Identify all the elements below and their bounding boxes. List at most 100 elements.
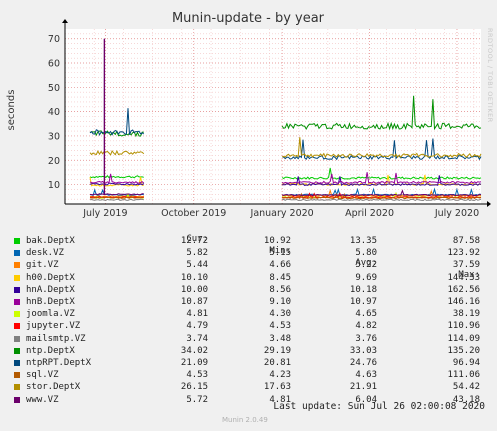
- legend-swatch: [14, 384, 20, 391]
- last-update-text: Last update: Sun Jul 26 02:00:08 2020: [273, 401, 485, 412]
- legend-avg: 10.97: [349, 297, 377, 307]
- legend-min: 4.53: [269, 321, 291, 332]
- legend-name: sql.VZ: [26, 370, 59, 381]
- legend-min: 10.92: [263, 236, 291, 246]
- y-tick-label: 40: [48, 107, 60, 118]
- legend-row: h00.DeptX 10.10 8.45 9.69 144.33: [12, 272, 492, 284]
- legend-min: 17.63: [263, 382, 291, 393]
- legend-name: bak.DeptX: [26, 236, 75, 246]
- legend-name: hnA.DeptX: [26, 284, 75, 295]
- legend-name: mailsmtp.VZ: [26, 333, 86, 344]
- legend-row: git.VZ 5.44 4.66 5.22 37.59: [12, 259, 492, 271]
- legend-max: 135.20: [447, 345, 480, 356]
- legend-min: 5.15: [269, 248, 291, 259]
- y-tick-label: 20: [48, 156, 60, 167]
- x-tick-label: July 2019: [82, 208, 127, 219]
- legend-cur: 4.53: [186, 370, 208, 381]
- y-tick-label: 60: [48, 59, 60, 70]
- legend-cur: 4.81: [186, 309, 208, 320]
- y-tick-label: 50: [48, 83, 60, 94]
- legend-max: 146.16: [447, 297, 480, 307]
- legend-cur: 10.87: [180, 297, 208, 307]
- legend-cur: 5.72: [186, 394, 208, 405]
- legend-swatch: [14, 311, 20, 318]
- x-tick-label: October 2019: [161, 208, 226, 219]
- legend-name: git.VZ: [26, 260, 59, 271]
- legend-cur: 26.15: [180, 382, 208, 393]
- legend-max: 162.56: [447, 284, 480, 295]
- y-axis-arrow-icon: [62, 19, 68, 23]
- legend-avg: 5.80: [355, 248, 377, 259]
- legend-max: 123.92: [447, 248, 480, 259]
- legend-avg: 5.22: [355, 260, 377, 271]
- legend-cur: 10.10: [180, 272, 208, 283]
- legend-max: 38.19: [452, 309, 480, 320]
- legend-name: hnB.DeptX: [26, 297, 75, 307]
- legend-cur: 21.09: [180, 358, 208, 368]
- legend-cur: 4.79: [186, 321, 208, 332]
- legend-swatch: [14, 372, 20, 379]
- legend-swatch: [14, 335, 20, 342]
- legend-row: stor.DeptX 26.15 17.63 21.91 54.42: [12, 381, 492, 393]
- legend-swatch: [14, 347, 20, 354]
- legend-max: 54.42: [452, 382, 480, 393]
- legend-name: joomla.VZ: [26, 309, 75, 320]
- legend-row: bak.DeptX 12.72 10.92 13.35 87.58: [12, 235, 492, 247]
- legend-avg: 4.65: [355, 309, 377, 320]
- legend-swatch: [14, 286, 20, 293]
- y-tick-label: 30: [48, 131, 60, 142]
- legend-name: desk.VZ: [26, 248, 64, 259]
- legend-swatch: [14, 396, 20, 403]
- legend-max: 87.58: [452, 236, 480, 246]
- legend-header: Cur: Min: Avg: Max:: [12, 221, 492, 280]
- legend-cur: 34.02: [180, 345, 208, 356]
- x-tick-label: January 2020: [250, 208, 314, 219]
- legend-avg: 3.76: [355, 333, 377, 344]
- legend-name: ntpRPT.DeptX: [26, 358, 92, 368]
- legend-name: stor.DeptX: [26, 382, 81, 393]
- legend-min: 4.30: [269, 309, 291, 320]
- legend-row: desk.VZ 5.82 5.15 5.80 123.92: [12, 247, 492, 259]
- legend-name: www.VZ: [26, 394, 59, 405]
- legend-name: h00.DeptX: [26, 272, 75, 283]
- legend-min: 8.56: [269, 284, 291, 295]
- legend-avg: 4.63: [355, 370, 377, 381]
- legend-max: 96.94: [452, 358, 480, 368]
- munin-version: Munin 2.0.49: [222, 416, 268, 424]
- legend-min: 4.66: [269, 260, 291, 271]
- legend-cur: 5.44: [186, 260, 208, 271]
- legend-max: 110.96: [447, 321, 480, 332]
- legend-min: 8.45: [269, 272, 291, 283]
- y-axis-label: seconds: [6, 90, 17, 131]
- legend-row: hnA.DeptX 10.00 8.56 10.18 162.56: [12, 284, 492, 296]
- chart-title: Munin-update - by year: [172, 11, 325, 26]
- legend-swatch: [14, 360, 20, 366]
- legend-avg: 9.69: [355, 272, 377, 283]
- legend-swatch: [14, 323, 20, 330]
- y-tick-label: 10: [48, 180, 60, 191]
- legend-swatch: [14, 262, 20, 269]
- legend-row: mailsmtp.VZ 3.74 3.48 3.76 114.09: [12, 333, 492, 345]
- legend-avg: 10.18: [349, 284, 377, 295]
- y-tick-label: 70: [48, 34, 60, 45]
- legend-swatch: [14, 299, 20, 305]
- legend-avg: 21.91: [349, 382, 377, 393]
- legend-row: jupyter.VZ 4.79 4.53 4.82 110.96: [12, 320, 492, 332]
- legend-row: ntp.DeptX 34.02 29.19 33.03 135.20: [12, 345, 492, 357]
- legend-swatch: [14, 238, 20, 244]
- legend-max: 37.59: [452, 260, 480, 271]
- legend-cur: 10.00: [180, 284, 208, 295]
- legend-row: sql.VZ 4.53 4.23 4.63 111.06: [12, 369, 492, 381]
- legend-row: joomla.VZ 4.81 4.30 4.65 38.19: [12, 308, 492, 320]
- legend-min: 3.48: [269, 333, 291, 344]
- legend-max: 144.33: [447, 272, 480, 283]
- legend-swatch: [14, 274, 20, 281]
- rrdtool-watermark: RRDTOOL / TOBI OETIKER: [486, 28, 494, 123]
- legend-avg: 4.82: [355, 321, 377, 332]
- legend-swatch: [14, 250, 20, 257]
- legend-avg: 33.03: [349, 345, 377, 356]
- legend-name: ntp.DeptX: [26, 345, 75, 356]
- legend-avg: 24.76: [349, 358, 377, 368]
- legend-min: 29.19: [263, 345, 291, 356]
- legend-row: hnB.DeptX 10.87 9.10 10.97 146.16: [12, 296, 492, 308]
